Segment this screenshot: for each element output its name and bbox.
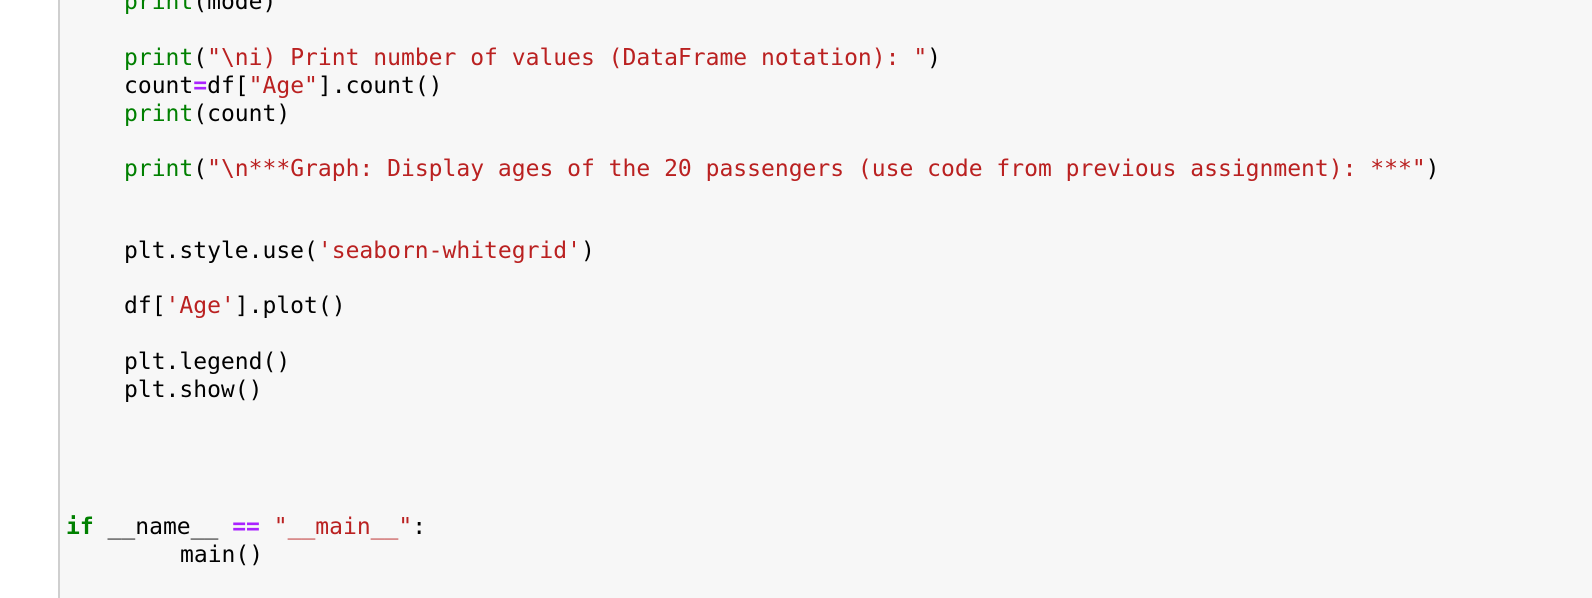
code-editor[interactable]: print(mode) print("\ni) Print number of … (60, 0, 1592, 598)
keyword-if: if (66, 514, 94, 540)
code-text: count (124, 73, 194, 99)
builtin-print: print (124, 45, 194, 71)
string-literal: "\n***Graph: Display ages of the 20 pass… (207, 156, 1426, 182)
builtin-print: print (124, 101, 194, 127)
code-text: df[ (124, 293, 166, 319)
code-text: ].count() (317, 73, 443, 99)
code-line-main-call: main() (180, 541, 263, 569)
code-text: plt.legend() (124, 349, 291, 375)
string-literal: "Age" (248, 73, 318, 99)
code-text: ) (927, 45, 942, 71)
code-text: ( (193, 156, 208, 182)
code-text: ) (580, 238, 595, 264)
code-line-if-main: if __name__ == "__main__": (66, 513, 426, 541)
code-cell[interactable]: print(mode) print("\ni) Print number of … (58, 0, 1592, 598)
builtin-print: print (124, 0, 194, 15)
code-text: ) (1425, 156, 1440, 182)
operator: = (193, 73, 208, 99)
string-literal: 'Age' (165, 293, 235, 319)
code-text: plt.show() (124, 377, 263, 403)
code-text: ( (193, 45, 208, 71)
code-line-df-plot: df['Age'].plot() (124, 292, 346, 320)
operator: == (232, 514, 260, 540)
code-line-count-assign: count=df["Age"].count() (124, 72, 443, 100)
code-line-print-mode: print(mode) (124, 0, 276, 16)
code-line-print-graph-header: print("\n***Graph: Display ages of the 2… (124, 155, 1440, 183)
string-literal: "__main__" (273, 514, 413, 540)
string-literal: 'seaborn-whitegrid' (317, 238, 581, 264)
code-line-print-count-header: print("\ni) Print number of values (Data… (124, 44, 941, 72)
code-text: main() (180, 542, 264, 568)
code-line-plt-show: plt.show() (124, 376, 262, 404)
code-text: : (412, 514, 427, 540)
builtin-print: print (124, 156, 194, 182)
code-line-print-count: print(count) (124, 100, 290, 128)
notebook-page: print(mode) print("\ni) Print number of … (0, 0, 1592, 598)
code-text: df[ (207, 73, 249, 99)
code-text: ].plot() (234, 293, 346, 319)
string-literal: "\ni) Print number of values (DataFrame … (207, 45, 928, 71)
code-text: __name__ (93, 514, 233, 540)
code-line-plt-style: plt.style.use('seaborn-whitegrid') (124, 237, 595, 265)
code-text: plt.style.use( (124, 238, 318, 264)
code-line-plt-legend: plt.legend() (124, 348, 290, 376)
code-text: (mode) (193, 0, 277, 15)
code-text: (count) (193, 101, 291, 127)
